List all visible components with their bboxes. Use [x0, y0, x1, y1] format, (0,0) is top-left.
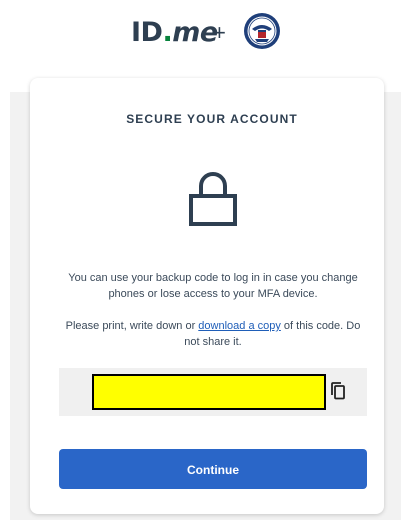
logo-dot-text: .	[162, 17, 173, 48]
plus-sign: +	[213, 20, 226, 45]
continue-button[interactable]: Continue	[59, 449, 367, 489]
logo-me-text: me	[172, 17, 218, 48]
idme-logo: ID.me	[131, 16, 218, 50]
ssa-seal-icon	[244, 13, 280, 49]
page: ID.me + SECURE YOUR ACCOUNT You can use …	[0, 0, 401, 520]
backup-code-explanation: You can use your backup code to log in i…	[68, 272, 358, 300]
card-title: SECURE YOUR ACCOUNT	[126, 112, 298, 126]
logo-id-text: ID	[131, 17, 163, 48]
copy-icon[interactable]	[330, 382, 346, 400]
backup-code-instructions: Please print, write down or download a c…	[60, 318, 366, 350]
instructions-text-start: Please print, write down or	[65, 320, 199, 332]
lock-icon	[189, 172, 237, 226]
backup-code-value	[92, 374, 326, 410]
download-copy-link[interactable]: download a copy	[198, 320, 281, 332]
header: ID.me +	[0, 0, 401, 70]
